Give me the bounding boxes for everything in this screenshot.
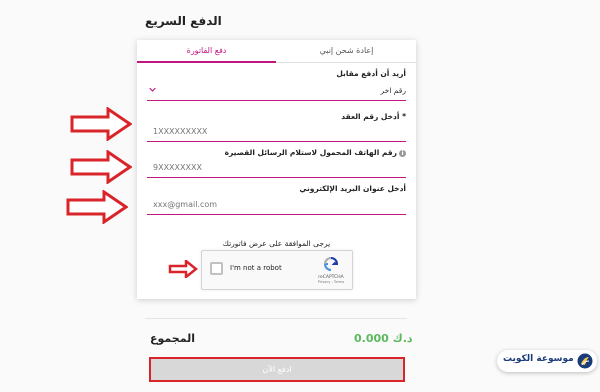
consent-text: يرجى الموافقة على عرض فاتورتك	[222, 239, 331, 248]
arrow-right-icon	[168, 260, 198, 278]
pay-now-button[interactable]: ادفع الآن	[149, 357, 405, 382]
chevron-down-icon	[149, 87, 156, 92]
tab-recharge[interactable]: إعادة شحن إنبي	[277, 40, 416, 62]
info-icon: i	[399, 149, 406, 157]
recaptcha-terms[interactable]: Privacy - Terms	[316, 280, 346, 284]
email-label: أدخل عنوان البريد الإلكتروني	[299, 184, 406, 193]
contract-number-input[interactable]	[147, 122, 406, 142]
tabs-bar: دفع الفاتورة إعادة شحن إنبي	[137, 40, 416, 63]
page-title: الدفع السريع	[145, 14, 222, 28]
watermark-text: موسوعة الكويت	[503, 354, 574, 364]
phone-label: iرقم الهاتف المحمول لاستلام الرسائل القص…	[147, 148, 406, 157]
contract-label: * أدخل رقم العقد	[341, 112, 406, 121]
total-label: المجموع	[150, 332, 195, 345]
pay-for-label: أريد أن أدفع مقابل	[336, 69, 406, 78]
divider	[145, 318, 407, 319]
arrow-right-icon	[66, 190, 128, 224]
arrow-right-icon	[70, 150, 132, 184]
recaptcha-checkbox[interactable]	[210, 262, 223, 275]
recaptcha-icon	[323, 257, 339, 271]
total-amount: 0.000 د.ك	[354, 332, 413, 345]
recaptcha-label: I'm not a robot	[230, 264, 282, 272]
pay-for-select[interactable]: رقم اخر	[147, 82, 406, 101]
recaptcha-logo: reCAPTCHA Privacy - Terms	[316, 256, 346, 284]
arrow-right-icon	[70, 107, 132, 141]
recaptcha-widget: I'm not a robot reCAPTCHA Privacy - Term…	[201, 250, 353, 290]
tab-bill-payment[interactable]: دفع الفاتورة	[137, 40, 276, 63]
pay-for-value: رقم اخر	[380, 86, 406, 95]
logo-mark-icon	[577, 353, 593, 369]
email-input[interactable]	[147, 195, 406, 215]
phone-input[interactable]	[147, 158, 406, 178]
watermark-logo: موسوعة الكويت	[497, 350, 597, 372]
